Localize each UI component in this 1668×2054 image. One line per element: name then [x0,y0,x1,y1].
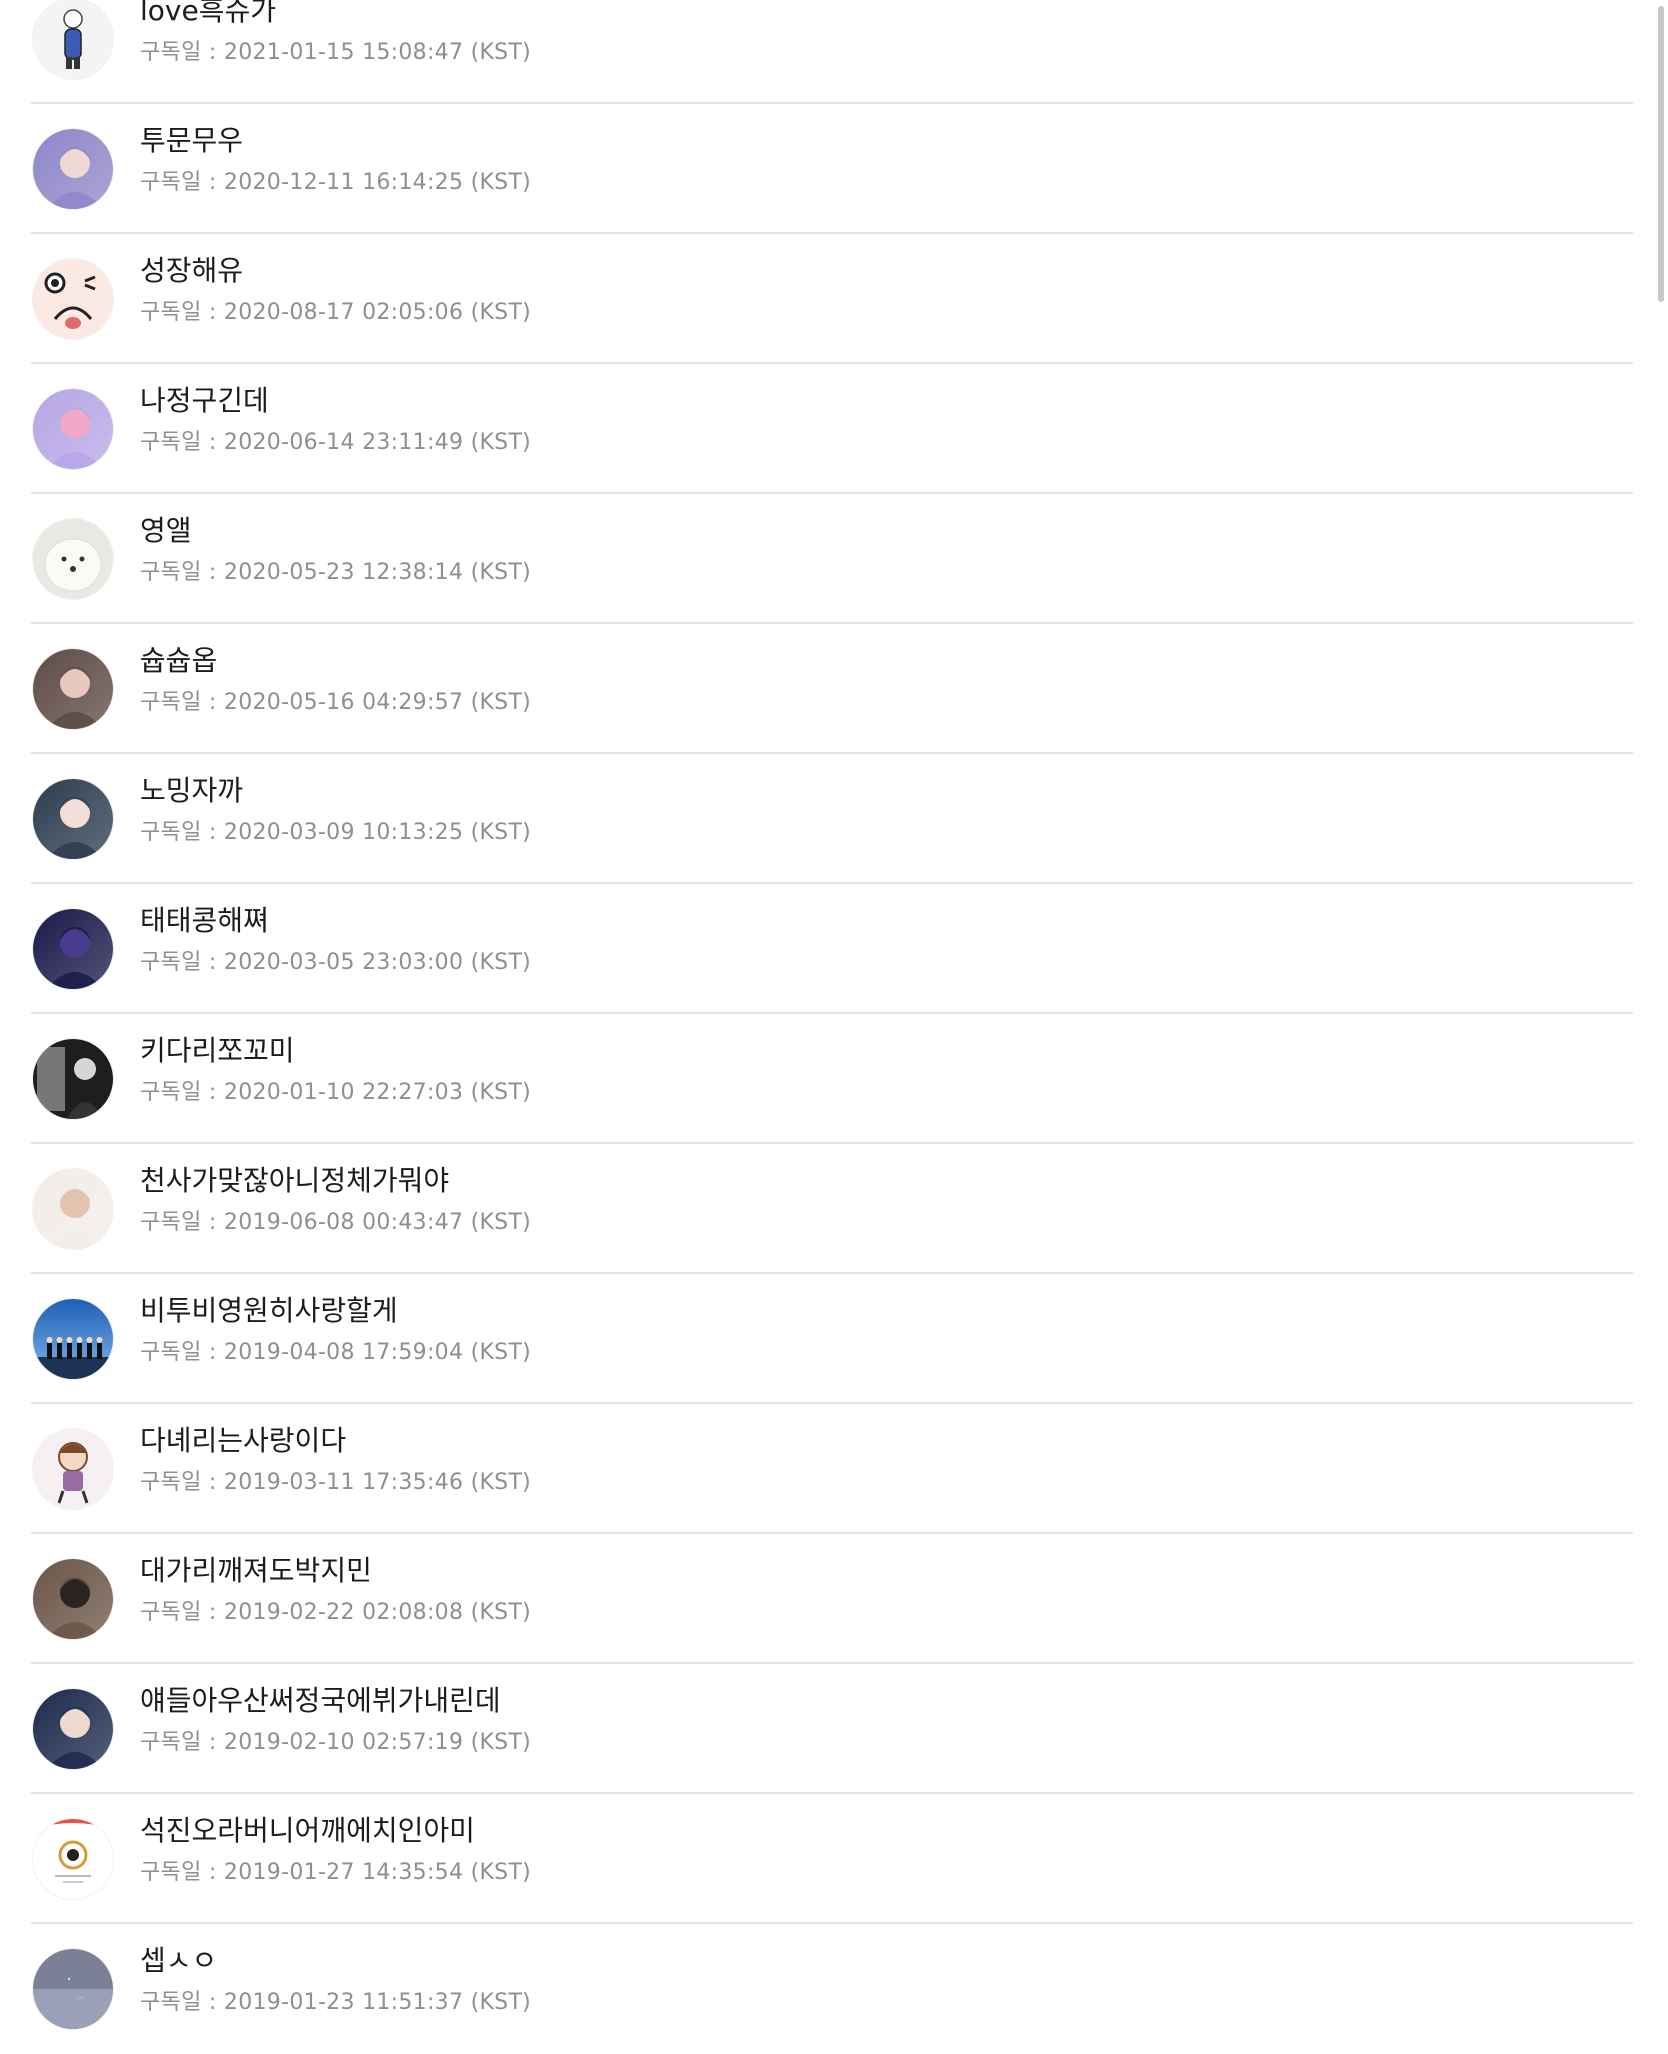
avatar-image [33,389,113,469]
subscription-date: 구독일 : 2020-06-14 23:11:49 (KST) [140,430,532,455]
subscription-date: 구독일 : 2019-02-10 02:57:19 (KST) [140,1730,532,1755]
subscription-date: 구독일 : 2020-03-09 10:13:25 (KST) [140,820,532,845]
subscription-date: 구독일 : 2019-03-11 17:35:46 (KST) [140,1470,532,1495]
avatar-image [33,129,113,209]
avatar-image [33,1429,113,1509]
subscriber-name[interactable]: 대가리깨져도박지민 [140,1554,372,1588]
avatar-image [33,519,113,599]
subscription-date: 구독일 : 2020-01-10 22:27:03 (KST) [140,1080,532,1105]
avatar-image [33,1299,113,1379]
subscription-date: 구독일 : 2019-02-22 02:08:08 (KST) [140,1600,532,1625]
subscriber-name[interactable]: 나정구긴데 [140,384,269,418]
subscriber-name[interactable]: 투문무우 [140,124,243,158]
avatar-image [33,779,113,859]
subscription-date: 구독일 : 2019-01-23 11:51:37 (KST) [140,1990,532,2015]
subscriber-row[interactable]: 얘들아우산써정국에뷔가내린데구독일 : 2019-02-10 02:57:19 … [31,1664,1633,1794]
subscriber-row[interactable]: 셉ㅅㅇ 구독일 : 2019-01-23 11:51:37 (KST) [31,1924,1633,2054]
avatar[interactable] [33,389,113,469]
avatar[interactable] [33,519,113,599]
subscriber-row[interactable]: 키다리쪼꼬미구독일 : 2020-01-10 22:27:03 (KST) [31,1014,1633,1144]
subscriber-name[interactable]: 얘들아우산써정국에뷔가내린데 [140,1684,501,1718]
avatar-image [33,1559,113,1639]
subscriber-name[interactable]: 석진오라버니어깨에치인아미 [140,1814,475,1848]
avatar[interactable] [33,779,113,859]
avatar-image [33,0,113,79]
subscription-date: 구독일 : 2019-01-27 14:35:54 (KST) [140,1860,532,1885]
avatar-image [33,1039,113,1119]
subscriber-row[interactable]: 영앨구독일 : 2020-05-23 12:38:14 (KST) [31,494,1633,624]
subscriber-row[interactable]: 태태콩해쪄구독일 : 2020-03-05 23:03:00 (KST) [31,884,1633,1014]
subscriber-row[interactable]: 석진오라버니어깨에치인아미구독일 : 2019-01-27 14:35:54 (… [31,1794,1633,1924]
subscriber-row[interactable]: 나정구긴데구독일 : 2020-06-14 23:11:49 (KST) [31,364,1633,494]
avatar-image [33,259,113,339]
subscriber-name[interactable]: love흑슈가 [140,0,276,28]
subscription-date: 구독일 : 2020-05-16 04:29:57 (KST) [140,690,532,715]
subscriber-name[interactable]: 비투비영원히사랑할게 [140,1294,398,1328]
subscriber-row[interactable]: 노밍자까구독일 : 2020-03-09 10:13:25 (KST) [31,754,1633,884]
avatar[interactable] [33,909,113,989]
subscriber-row[interactable]: 성장해유구독일 : 2020-08-17 02:05:06 (KST) [31,234,1633,364]
avatar[interactable] [33,1169,113,1249]
subscriber-row[interactable]: love흑슈가구독일 : 2021-01-15 15:08:47 (KST) [31,0,1633,104]
avatar[interactable] [33,1429,113,1509]
subscriber-name[interactable]: 다녜리는사랑이다 [140,1424,346,1458]
avatar[interactable] [33,1299,113,1379]
subscriber-name[interactable]: 슙슙옵 [140,644,217,678]
avatar[interactable] [33,259,113,339]
avatar-image [33,1169,113,1249]
avatar[interactable] [33,129,113,209]
avatar[interactable] [33,1949,113,2029]
subscription-date: 구독일 : 2020-03-05 23:03:00 (KST) [140,950,532,975]
subscription-date: 구독일 : 2019-06-08 00:43:47 (KST) [140,1210,532,1235]
subscriber-row[interactable]: 투문무우구독일 : 2020-12-11 16:14:25 (KST) [31,104,1633,234]
subscriber-row[interactable]: 비투비영원히사랑할게구독일 : 2019-04-08 17:59:04 (KST… [31,1274,1633,1404]
subscriber-row[interactable]: 다녜리는사랑이다구독일 : 2019-03-11 17:35:46 (KST) [31,1404,1633,1534]
subscriber-row[interactable]: 천사가맞잖아니정체가뭐야구독일 : 2019-06-08 00:43:47 (K… [31,1144,1633,1274]
subscriber-row[interactable]: 슙슙옵구독일 : 2020-05-16 04:29:57 (KST) [31,624,1633,754]
avatar-image [33,1949,113,2029]
scrollbar[interactable] [1658,6,1664,302]
avatar-image [33,1819,113,1899]
subscription-date: 구독일 : 2020-12-11 16:14:25 (KST) [140,170,532,195]
avatar-image [33,1689,113,1769]
subscriber-name[interactable]: 노밍자까 [140,774,243,808]
avatar[interactable] [33,1559,113,1639]
subscriber-name[interactable]: 천사가맞잖아니정체가뭐야 [140,1164,449,1198]
subscription-date: 구독일 : 2021-01-15 15:08:47 (KST) [140,40,532,65]
avatar[interactable] [33,1039,113,1119]
avatar[interactable] [33,649,113,729]
subscriber-row[interactable]: 대가리깨져도박지민구독일 : 2019-02-22 02:08:08 (KST) [31,1534,1633,1664]
subscriber-name[interactable]: 영앨 [140,514,192,548]
subscription-date: 구독일 : 2020-05-23 12:38:14 (KST) [140,560,532,585]
avatar-image [33,649,113,729]
subscriber-name[interactable]: 성장해유 [140,254,243,288]
subscription-date: 구독일 : 2019-04-08 17:59:04 (KST) [140,1340,532,1365]
avatar[interactable] [33,1819,113,1899]
subscriber-name[interactable]: 셉ㅅㅇ [140,1944,217,1978]
avatar[interactable] [33,0,113,79]
avatar-image [33,909,113,989]
subscription-date: 구독일 : 2020-08-17 02:05:06 (KST) [140,300,532,325]
avatar[interactable] [33,1689,113,1769]
subscriber-name[interactable]: 태태콩해쪄 [140,904,269,938]
subscriber-name[interactable]: 키다리쪼꼬미 [140,1034,295,1068]
